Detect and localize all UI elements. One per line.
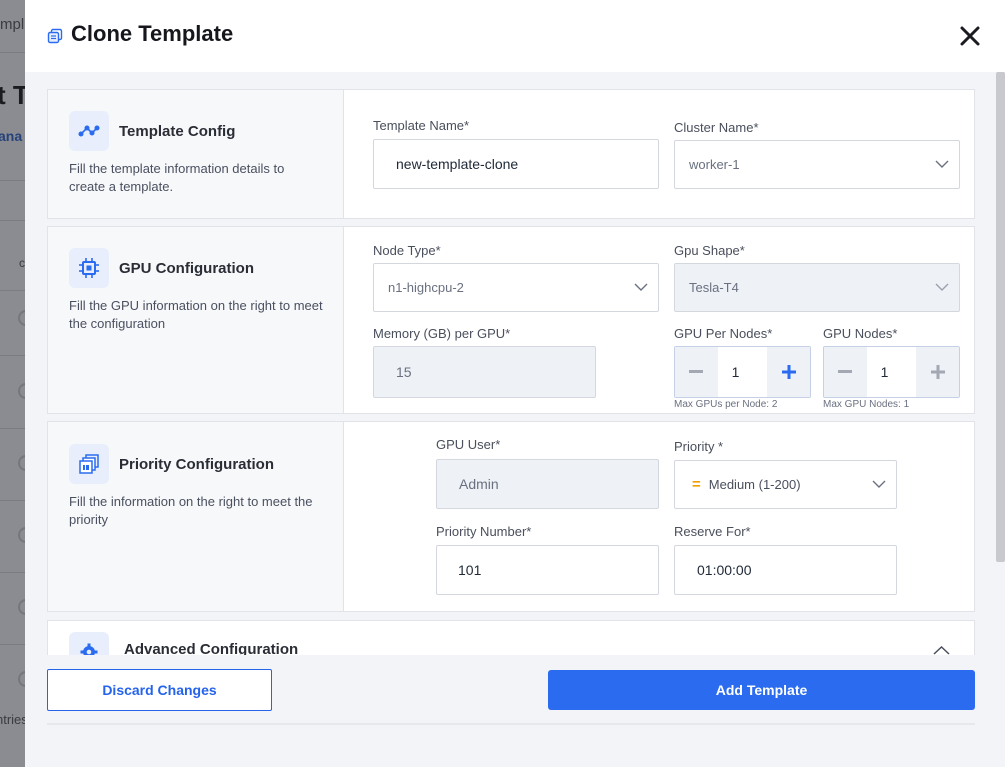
priority-number-input[interactable]: 101 — [436, 545, 659, 595]
gpu-per-nodes-label: GPU Per Nodes* — [674, 326, 773, 341]
template-config-card: Template Config Fill the template inform… — [47, 89, 975, 219]
background-divider — [0, 220, 25, 221]
gpu-per-nodes-value[interactable]: 1 — [717, 347, 768, 397]
priority-label: Priority * — [674, 439, 724, 454]
gpu-config-description: Fill the GPU information on the right to… — [69, 298, 323, 331]
background-divider — [0, 355, 25, 356]
discard-changes-button[interactable]: Discard Changes — [47, 669, 272, 711]
priority-select[interactable]: = Medium (1-200) — [674, 460, 897, 509]
priority-config-info: Priority Configuration Fill the informat… — [48, 422, 344, 611]
background-breadcrumb-fragment: mpl — [0, 16, 25, 33]
priority-value: Medium (1-200) — [708, 477, 801, 492]
priority-config-card: Priority Configuration Fill the informat… — [47, 421, 975, 612]
background-row-radio — [18, 455, 25, 471]
gear-icon — [69, 632, 109, 655]
template-name-input[interactable]: new-template-clone — [373, 139, 659, 189]
modal-footer: Discard Changes Add Template — [25, 655, 1005, 767]
reserve-for-label: Reserve For* — [674, 524, 751, 539]
reserve-for-input[interactable]: 01:00:00 — [674, 545, 897, 595]
gpu-shape-select: Tesla-T4 — [674, 263, 960, 312]
priority-number-label: Priority Number* — [436, 524, 532, 539]
background-entries-fragment: ntries — [0, 712, 25, 727]
plus-icon[interactable] — [916, 347, 959, 397]
gpu-nodes-value[interactable]: 1 — [866, 347, 917, 397]
footer-hidden-content-edge — [47, 723, 975, 725]
background-row-radio — [18, 383, 25, 399]
node-type-select[interactable]: n1-highcpu-2 — [373, 263, 659, 312]
node-type-label: Node Type* — [373, 243, 441, 258]
chevron-down-icon — [872, 480, 886, 488]
background-divider — [0, 500, 25, 501]
background-divider — [0, 180, 25, 181]
background-divider — [0, 572, 25, 573]
background-row-radio — [18, 527, 25, 543]
gpu-nodes-stepper: 1 — [823, 346, 960, 398]
cluster-name-select[interactable]: worker-1 — [674, 140, 960, 189]
modal-header: Clone Template — [25, 0, 1005, 72]
modal-body[interactable]: Template Config Fill the template inform… — [25, 72, 1005, 655]
chevron-down-icon — [935, 283, 949, 291]
template-name-label: Template Name* — [373, 118, 470, 133]
minus-icon[interactable] — [824, 347, 867, 397]
background-page: mpl t T ana c ntries — [0, 0, 25, 767]
priority-stack-icon — [69, 444, 109, 484]
gpu-nodes-label: GPU Nodes* — [823, 326, 898, 341]
template-config-description: Fill the template information details to… — [69, 161, 285, 194]
background-divider — [0, 52, 25, 53]
plus-icon[interactable] — [767, 347, 810, 397]
chevron-up-icon[interactable] — [933, 645, 950, 655]
gpu-config-card: GPU Configuration Fill the GPU informati… — [47, 226, 975, 414]
priority-medium-icon: = — [692, 476, 701, 493]
minus-icon[interactable] — [675, 347, 718, 397]
memory-per-gpu-input: 15 — [373, 346, 596, 398]
cluster-name-value: worker-1 — [689, 157, 740, 172]
background-divider — [0, 290, 25, 291]
background-tab-fragment: ana — [0, 128, 23, 144]
chevron-down-icon — [935, 160, 949, 168]
gpu-config-info: GPU Configuration Fill the GPU informati… — [48, 227, 344, 413]
gpu-user-label: GPU User* — [436, 437, 501, 452]
template-config-icon — [69, 111, 109, 151]
add-template-button[interactable]: Add Template — [548, 670, 975, 710]
advanced-config-card[interactable]: Advanced Configuration — [47, 620, 975, 655]
gpu-user-input: Admin — [436, 459, 659, 509]
gpu-chip-icon — [69, 248, 109, 288]
close-icon[interactable] — [957, 23, 983, 49]
template-config-title: Template Config — [119, 123, 236, 140]
memory-per-gpu-label: Memory (GB) per GPU* — [373, 326, 511, 341]
chevron-down-icon — [634, 283, 648, 291]
gpu-config-title: GPU Configuration — [119, 260, 254, 277]
background-heading-fragment: t T — [0, 80, 25, 110]
gpu-shape-value: Tesla-T4 — [689, 280, 739, 295]
gpu-nodes-hint: Max GPU Nodes: 1 — [823, 399, 910, 410]
template-config-info: Template Config Fill the template inform… — [48, 90, 344, 218]
advanced-config-title: Advanced Configuration — [124, 641, 299, 655]
copy-template-icon — [47, 28, 63, 44]
background-divider — [0, 428, 25, 429]
scrollbar-thumb[interactable] — [996, 72, 1005, 562]
node-type-value: n1-highcpu-2 — [388, 280, 464, 295]
clone-template-modal: Clone Template Template Config Fill the … — [25, 0, 1005, 767]
gpu-per-nodes-hint: Max GPUs per Node: 2 — [674, 399, 778, 410]
background-row-radio — [18, 310, 25, 326]
cluster-name-label: Cluster Name* — [674, 120, 759, 135]
gpu-per-nodes-stepper: 1 — [674, 346, 811, 398]
priority-config-description: Fill the information on the right to mee… — [69, 494, 313, 527]
gpu-shape-label: Gpu Shape* — [674, 243, 745, 258]
modal-title: Clone Template — [71, 21, 234, 46]
priority-config-title: Priority Configuration — [119, 456, 274, 473]
background-row-radio — [18, 671, 25, 687]
background-row-radio — [18, 599, 25, 615]
background-divider — [0, 644, 25, 645]
